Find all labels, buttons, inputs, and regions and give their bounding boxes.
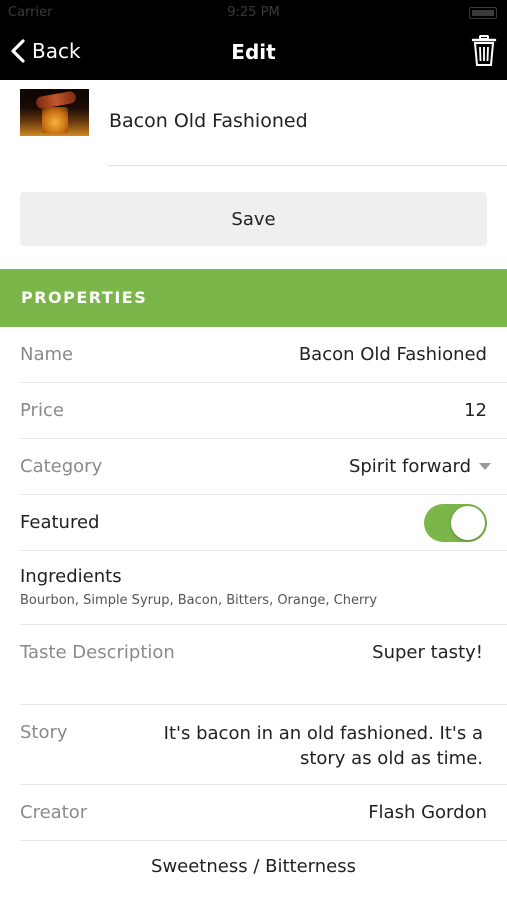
trash-icon[interactable] <box>471 35 497 67</box>
property-row-story[interactable]: Story It's bacon in an old fashioned. It… <box>0 705 507 785</box>
property-row-name[interactable]: Name Bacon Old Fashioned <box>0 327 507 383</box>
category-label: Category <box>20 456 103 477</box>
drink-name: Bacon Old Fashioned <box>109 110 308 132</box>
name-value[interactable]: Bacon Old Fashioned <box>299 344 487 365</box>
creator-value[interactable]: Flash Gordon <box>368 802 487 823</box>
ingredients-value: Bourbon, Simple Syrup, Bacon, Bitters, O… <box>20 593 378 608</box>
row-divider <box>20 840 507 841</box>
property-row-creator[interactable]: Creator Flash Gordon <box>0 785 507 841</box>
category-value: Spirit forward <box>348 456 471 477</box>
caret-down-icon <box>479 462 491 470</box>
back-button[interactable]: Back <box>10 36 81 66</box>
property-row-ingredients[interactable]: Ingredients Bourbon, Simple Syrup, Bacon… <box>0 551 507 625</box>
status-time: 9:25 PM <box>227 5 280 20</box>
name-label: Name <box>20 344 74 365</box>
save-button[interactable]: Save <box>20 192 487 246</box>
header-divider <box>109 165 507 166</box>
property-row-category[interactable]: Category Spirit forward <box>0 439 507 495</box>
property-row-featured: Featured <box>0 495 507 551</box>
sweetness-bitterness-title: Sweetness / Bitterness <box>151 856 356 877</box>
section-title: PROPERTIES <box>21 288 148 307</box>
glass-graphic <box>42 107 68 133</box>
status-bar: Carrier 9:25 PM <box>0 0 507 26</box>
chevron-left-icon <box>11 39 25 63</box>
property-row-price[interactable]: Price 12 <box>0 383 507 439</box>
price-value[interactable]: 12 <box>464 400 487 421</box>
properties-section-header: PROPERTIES <box>0 269 507 327</box>
featured-label: Featured <box>20 512 100 533</box>
property-row-taste-description[interactable]: Taste Description Super tasty! <box>0 625 507 705</box>
price-label: Price <box>20 400 64 421</box>
battery-icon <box>469 7 497 19</box>
category-select[interactable]: Spirit forward <box>349 456 491 477</box>
toggle-knob <box>451 506 485 540</box>
creator-label: Creator <box>20 802 88 823</box>
story-value[interactable]: It's bacon in an old fashioned. It's a s… <box>163 721 483 771</box>
back-label: Back <box>32 39 81 63</box>
taste-value[interactable]: Super tasty! <box>372 642 483 663</box>
drink-photo[interactable] <box>20 89 89 136</box>
taste-label: Taste Description <box>20 642 175 663</box>
drink-header: Bacon Old Fashioned <box>0 80 507 166</box>
story-label: Story <box>20 722 68 743</box>
featured-toggle[interactable] <box>424 504 487 542</box>
navigation-bar: Back Edit <box>0 26 507 80</box>
ingredients-label: Ingredients <box>20 566 122 587</box>
